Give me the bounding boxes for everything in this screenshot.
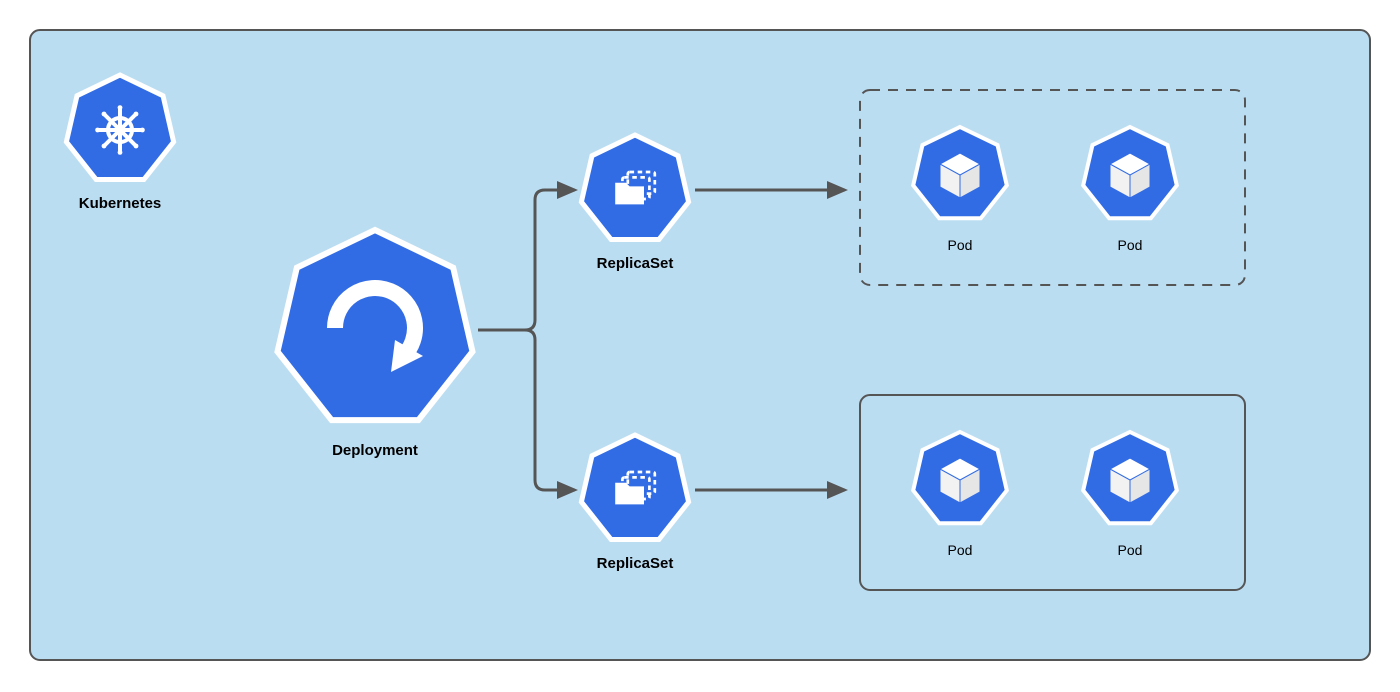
pod-node-top-1 [913, 127, 1007, 218]
diagram-canvas: Kubernetes Deployment ReplicaSet Replica… [0, 0, 1400, 692]
pod-bottom-2-label: Pod [1118, 542, 1143, 558]
replicaset-bottom-label: ReplicaSet [597, 555, 674, 572]
replicaset-top-label: ReplicaSet [597, 255, 674, 272]
replicaset-node-top [581, 135, 688, 240]
ship-wheel-icon [95, 105, 145, 155]
pod-top-2-label: Pod [1118, 237, 1143, 253]
replicaset-node-bottom [581, 435, 688, 540]
kubernetes-logo-node [66, 75, 173, 180]
pod-node-bottom-1 [913, 432, 1007, 523]
kubernetes-label: Kubernetes [79, 195, 162, 212]
deployment-label: Deployment [332, 442, 418, 459]
pod-bottom-1-label: Pod [948, 542, 973, 558]
pod-top-1-label: Pod [948, 237, 973, 253]
pod-node-top-2 [1083, 127, 1177, 218]
diagram-frame [30, 30, 1370, 660]
pod-node-bottom-2 [1083, 432, 1177, 523]
